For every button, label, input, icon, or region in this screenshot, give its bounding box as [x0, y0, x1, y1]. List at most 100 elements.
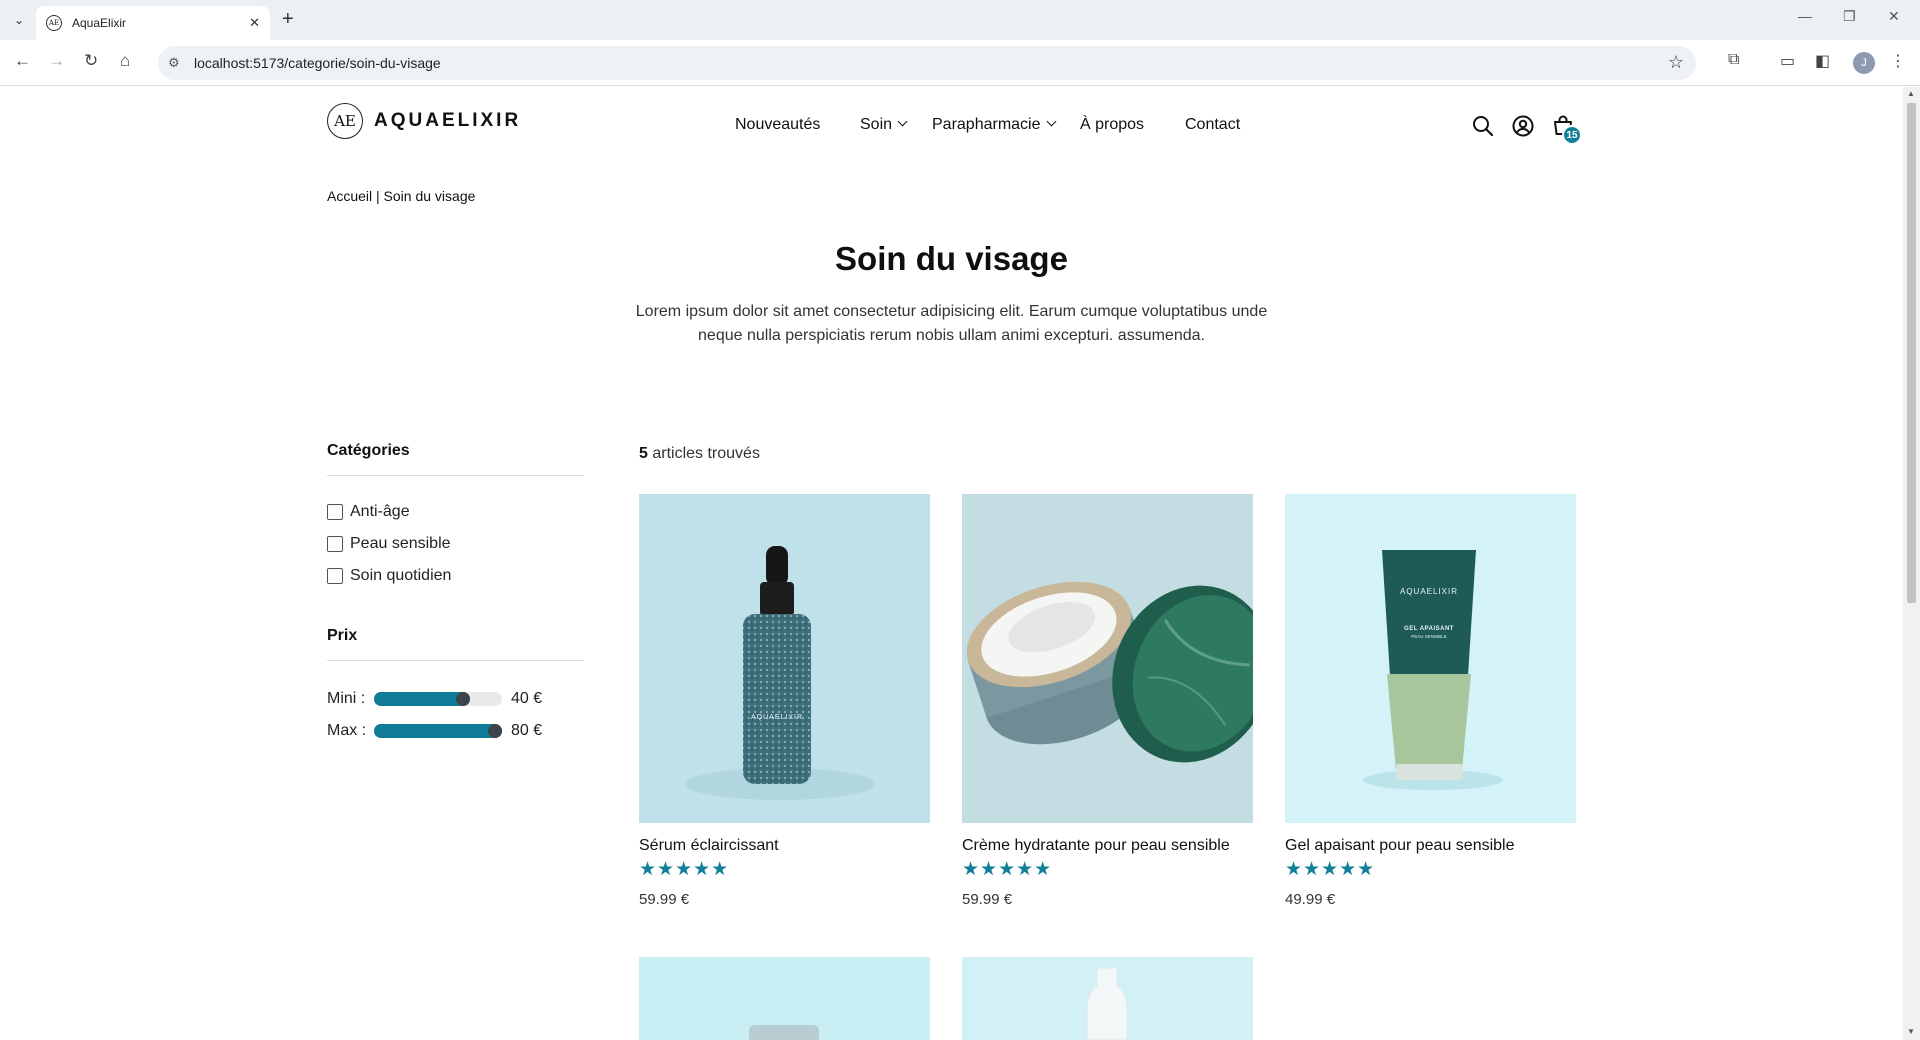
- product-illustration: [749, 1025, 819, 1040]
- logo-mark-icon[interactable]: AE: [327, 103, 363, 139]
- category-filter-peau-sensible[interactable]: Peau sensible: [327, 535, 451, 553]
- price-min-row: Mini : 40 €: [327, 690, 542, 708]
- slider-fill: [374, 724, 502, 738]
- account-icon[interactable]: [1511, 114, 1535, 138]
- search-icon[interactable]: [1471, 114, 1495, 138]
- price-max-slider[interactable]: [374, 724, 502, 738]
- menu-kebab-icon[interactable]: ⋮: [1890, 51, 1906, 71]
- url-text: localhost:5173/categorie/soin-du-visage: [194, 55, 441, 71]
- restore-icon[interactable]: ❐: [1843, 8, 1856, 25]
- checkbox[interactable]: [327, 536, 343, 552]
- minimize-icon[interactable]: —: [1798, 8, 1812, 24]
- logo-text[interactable]: AQUAELIXIR: [374, 110, 521, 132]
- product-name[interactable]: Crème hydratante pour peau sensible: [962, 837, 1253, 855]
- serum-bottle-illustration: AQUAELIXIR: [685, 546, 875, 800]
- tube-product-text: GEL APAISANT: [1404, 626, 1454, 632]
- forward-icon[interactable]: →: [48, 51, 65, 71]
- scroll-thumb[interactable]: [1907, 103, 1916, 603]
- product-card[interactable]: AQUAELIXIR GEL APAISANT PEAU SENSIBLE Ge…: [1285, 494, 1576, 908]
- bottle-illustration: [1086, 967, 1128, 1040]
- nav-soin-label: Soin: [860, 116, 893, 133]
- divider: [327, 660, 584, 661]
- bookmark-star-icon[interactable]: ☆: [1668, 52, 1684, 73]
- bottle-brand-text: AQUAELIXIR: [751, 714, 803, 721]
- nav-contact[interactable]: Contact: [1185, 116, 1240, 134]
- tube-subtitle-text: PEAU SENSIBLE: [1411, 634, 1447, 639]
- product-card[interactable]: AQUAELIXIR Sérum éclaircissant ★★★★★ 59.…: [639, 494, 930, 908]
- favicon-icon: AE: [46, 15, 62, 31]
- extensions-icon[interactable]: ⧉: [1728, 51, 1739, 69]
- product-card[interactable]: Crème hydratante pour peau sensible ★★★★…: [962, 494, 1253, 908]
- price-heading: Prix: [327, 627, 358, 644]
- tab-title: AquaElixir: [72, 16, 127, 30]
- new-tab-icon[interactable]: +: [282, 8, 294, 31]
- scroll-down-icon[interactable]: ▼: [1907, 1027, 1915, 1036]
- cast-icon[interactable]: ▭: [1780, 51, 1795, 71]
- price-max-row: Max : 80 €: [327, 722, 542, 740]
- back-icon[interactable]: ←: [14, 51, 31, 71]
- nav-nouveautes[interactable]: Nouveautés: [735, 116, 820, 134]
- chevron-down-icon: [897, 116, 908, 127]
- close-window-icon[interactable]: ✕: [1888, 8, 1900, 25]
- product-image[interactable]: [962, 494, 1253, 823]
- product-card[interactable]: [639, 957, 930, 1040]
- page-description: Lorem ipsum dolor sit amet consectetur a…: [635, 303, 1268, 344]
- product-price: 59.99 €: [962, 891, 1013, 908]
- rating-stars: ★★★★★: [1285, 859, 1376, 880]
- site-info-icon[interactable]: ⚙: [168, 55, 180, 71]
- results-number: 5: [639, 445, 648, 462]
- chevron-down-icon: [1046, 116, 1056, 127]
- address-bar[interactable]: ⚙ localhost:5173/categorie/soin-du-visag…: [158, 46, 1696, 80]
- product-image[interactable]: [962, 957, 1253, 1040]
- price-max-label: Max :: [327, 722, 367, 739]
- nav-parapharmacie-label: Parapharmacie: [932, 116, 1041, 133]
- category-filter-soin-quotidien[interactable]: Soin quotidien: [327, 567, 451, 585]
- page-scrollbar[interactable]: ▲ ▼: [1903, 87, 1920, 1040]
- results-count: 5 articles trouvés: [639, 445, 760, 463]
- gel-tube-illustration: AQUAELIXIR GEL APAISANT PEAU SENSIBLE: [1363, 550, 1503, 790]
- slider-handle[interactable]: [488, 724, 502, 738]
- price-max-value: 80 €: [511, 722, 543, 739]
- nav-a-propos[interactable]: À propos: [1080, 116, 1144, 134]
- product-image[interactable]: [639, 957, 930, 1040]
- price-min-slider[interactable]: [374, 692, 502, 706]
- category-label: Soin quotidien: [350, 567, 452, 584]
- cart-count-badge: 15: [1562, 125, 1582, 145]
- rating-stars: ★★★★★: [962, 859, 1053, 880]
- reload-icon[interactable]: ↻: [84, 51, 98, 71]
- breadcrumb[interactable]: Accueil | Soin du visage: [327, 188, 475, 204]
- home-icon[interactable]: ⌂: [120, 51, 130, 71]
- category-label: Peau sensible: [350, 535, 451, 552]
- tab-search-icon[interactable]: ⌄: [8, 9, 30, 31]
- category-label: Anti-âge: [350, 503, 410, 520]
- browser-tab-strip: ⌄ AE AquaElixir ✕ + — ❐ ✕: [0, 0, 1920, 40]
- product-price: 59.99 €: [639, 891, 690, 908]
- scroll-up-icon[interactable]: ▲: [1907, 89, 1915, 98]
- price-min-value: 40 €: [511, 690, 543, 707]
- rating-stars: ★★★★★: [639, 859, 730, 880]
- checkbox[interactable]: [327, 568, 343, 584]
- product-price: 49.99 €: [1285, 891, 1336, 908]
- profile-avatar[interactable]: J: [1853, 52, 1875, 74]
- product-name[interactable]: Gel apaisant pour peau sensible: [1285, 837, 1576, 855]
- tube-brand-text: AQUAELIXIR: [1400, 587, 1458, 596]
- product-image[interactable]: AQUAELIXIR GEL APAISANT PEAU SENSIBLE: [1285, 494, 1576, 823]
- product-image[interactable]: AQUAELIXIR: [639, 494, 930, 823]
- nav-soin[interactable]: Soin: [860, 116, 908, 134]
- divider: [327, 475, 584, 476]
- cream-jar-illustration: [966, 581, 1253, 763]
- product-card[interactable]: [962, 957, 1253, 1040]
- nav-parapharmacie[interactable]: Parapharmacie: [932, 116, 1056, 134]
- page-title: Soin du visage: [835, 240, 1068, 277]
- browser-tab[interactable]: AE AquaElixir ✕: [36, 6, 270, 40]
- category-filter-anti-age[interactable]: Anti-âge: [327, 503, 410, 521]
- product-name[interactable]: Sérum éclaircissant: [639, 837, 930, 855]
- browser-toolbar: ← → ↻ ⌂ ⚙ localhost:5173/categorie/soin-…: [0, 40, 1920, 86]
- price-min-label: Mini :: [327, 690, 366, 707]
- side-panel-icon[interactable]: ◧: [1815, 51, 1830, 71]
- close-tab-icon[interactable]: ✕: [249, 15, 260, 31]
- checkbox[interactable]: [327, 504, 343, 520]
- slider-handle[interactable]: [456, 692, 470, 706]
- results-label: articles trouvés: [652, 445, 760, 462]
- categories-heading: Catégories: [327, 442, 410, 459]
